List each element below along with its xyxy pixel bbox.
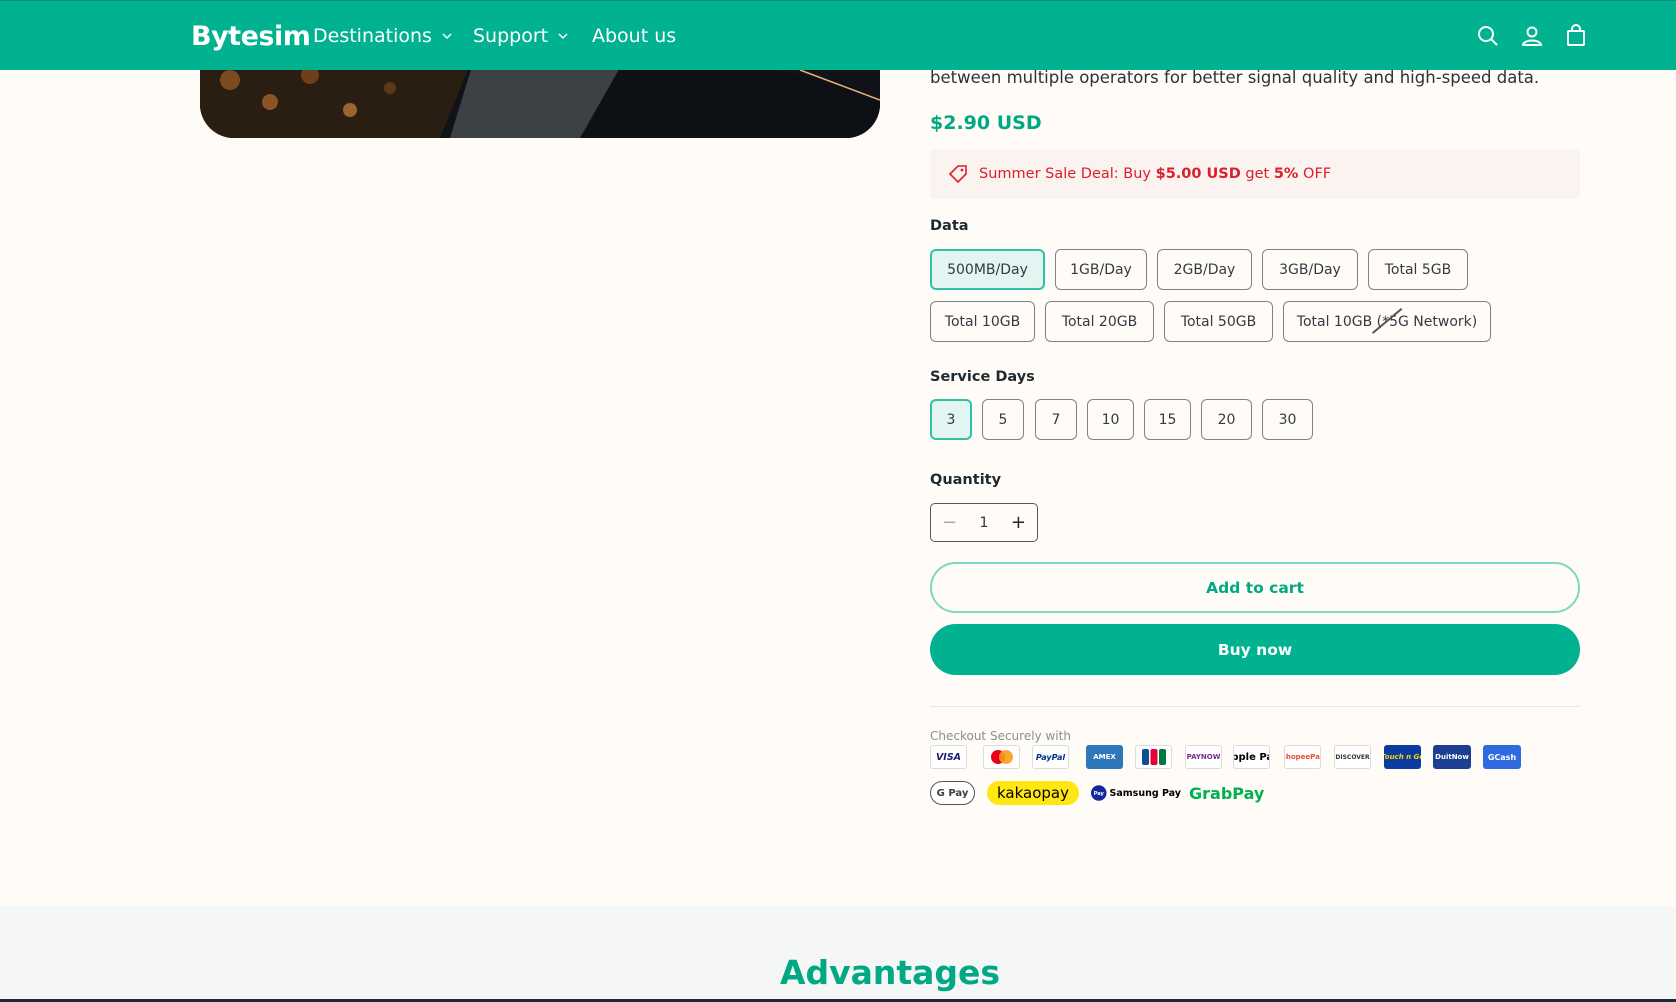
data-option-total-5gb[interactable]: Total 5GB: [1368, 249, 1468, 290]
chevron-down-icon: [558, 33, 568, 40]
data-option-1gb-day[interactable]: 1GB/Day: [1055, 249, 1147, 290]
divider: [930, 706, 1580, 707]
data-option-total-50gb[interactable]: Total 50GB: [1164, 301, 1273, 342]
cart-bag-icon[interactable]: [1564, 24, 1588, 48]
mastercard-logo: [983, 745, 1020, 769]
data-option-2gb-day[interactable]: 2GB/Day: [1157, 249, 1252, 290]
data-option-3gb-day[interactable]: 3GB/Day: [1262, 249, 1358, 290]
search-icon[interactable]: [1476, 24, 1500, 48]
touchngo-logo: Touch n Go: [1384, 745, 1421, 769]
site-header: Bytesim Destinations Support About us: [0, 0, 1676, 70]
samsung-pay-label: Samsung Pay: [1109, 787, 1181, 799]
samsung-pay-icon: Pay: [1091, 785, 1107, 801]
checkout-label: Checkout Securely with: [930, 729, 1071, 743]
account-icon[interactable]: [1520, 24, 1544, 48]
grabpay-logo: GrabPay: [1189, 783, 1265, 803]
samsung-pay-logo: Pay Samsung Pay: [1091, 779, 1181, 807]
quantity-value[interactable]: 1: [980, 515, 989, 531]
days-option-5[interactable]: 5: [982, 399, 1024, 440]
shopeepay-logo: ShopeePay: [1284, 745, 1321, 769]
svg-text:Pay: Pay: [1094, 791, 1105, 797]
days-option-15[interactable]: 15: [1144, 399, 1191, 440]
data-label: Data: [930, 218, 969, 234]
logo[interactable]: Bytesim: [191, 21, 311, 52]
discover-logo: DISCOVER: [1334, 745, 1371, 769]
data-option-total-20gb[interactable]: Total 20GB: [1045, 301, 1154, 342]
duitnow-logo: DuitNow: [1433, 745, 1471, 769]
sale-text: Summer Sale Deal: Buy $5.00 USD get 5% O…: [979, 166, 1331, 182]
days-option-10[interactable]: 10: [1087, 399, 1134, 440]
jcb-icon: [1141, 749, 1166, 765]
sale-amount: $5.00 USD: [1155, 166, 1241, 182]
apple-pay-logo: Apple Pay: [1233, 745, 1270, 769]
sale-percent: 5%: [1273, 166, 1299, 182]
nav-destinations[interactable]: Destinations: [313, 25, 454, 47]
days-option-3[interactable]: 3: [930, 399, 972, 440]
days-option-30[interactable]: 30: [1262, 399, 1313, 440]
visa-logo: VISA: [930, 745, 967, 769]
google-pay-logo: G Pay: [930, 781, 975, 805]
quantity-increase-button[interactable]: +: [1011, 512, 1026, 533]
product-description: between multiple operators for better si…: [930, 68, 1540, 87]
kakaopay-logo: kakaopay: [987, 781, 1079, 805]
add-to-cart-button[interactable]: Add to cart: [930, 562, 1580, 613]
data-option-total-10gb[interactable]: Total 10GB: [930, 301, 1035, 342]
gcash-logo: GCash: [1483, 745, 1521, 769]
days-option-20[interactable]: 20: [1201, 399, 1252, 440]
chevron-down-icon: [442, 33, 452, 40]
nav-support[interactable]: Support: [473, 25, 570, 47]
sale-middle: get: [1240, 166, 1274, 182]
sale-banner: Summer Sale Deal: Buy $5.00 USD get 5% O…: [930, 149, 1580, 199]
quantity-stepper: − 1 +: [930, 503, 1038, 542]
nav-about[interactable]: About us: [592, 25, 676, 47]
sale-prefix: Summer Sale Deal: Buy: [979, 166, 1156, 182]
amex-logo: AMEX: [1086, 745, 1123, 769]
product-price: $2.90 USD: [930, 112, 1042, 134]
tag-icon: [948, 165, 967, 184]
nav-support-label: Support: [473, 25, 549, 47]
advantages-title: Advantages: [779, 953, 1001, 992]
nav-destinations-label: Destinations: [313, 25, 432, 47]
paypal-logo: PayPal: [1032, 745, 1069, 769]
service-days-label: Service Days: [930, 369, 1035, 385]
paynow-logo: PAYNOW: [1185, 745, 1222, 769]
quantity-decrease-button[interactable]: −: [942, 512, 957, 533]
buy-now-button[interactable]: Buy now: [930, 624, 1580, 675]
nav-about-label: About us: [592, 25, 677, 47]
quantity-label: Quantity: [930, 472, 1002, 488]
jcb-logo: [1135, 745, 1172, 769]
data-option-500mb-day[interactable]: 500MB/Day: [930, 249, 1045, 290]
days-option-7[interactable]: 7: [1035, 399, 1077, 440]
sale-suffix: OFF: [1298, 166, 1332, 182]
mastercard-icon: [990, 750, 1013, 764]
